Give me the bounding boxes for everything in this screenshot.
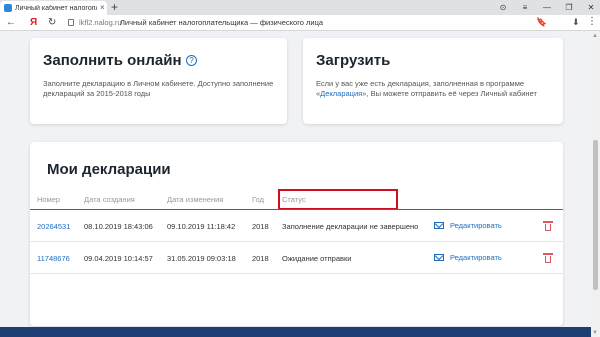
close-window-icon[interactable]: ✕ xyxy=(586,3,596,12)
fill-online-title: Заполнить онлайн xyxy=(43,52,182,69)
column-header-created: Дата создания xyxy=(84,195,135,204)
fill-online-description: Заполните декларацию в Личном кабинете. … xyxy=(43,79,274,98)
close-tab-icon[interactable]: × xyxy=(100,4,105,12)
address-bar: ← Я ↻ lkfl2.nalog.ru Личный кабинет нало… xyxy=(0,15,600,31)
restore-icon[interactable]: ❐ xyxy=(564,3,574,12)
declaration-status: Заполнение декларации не завершено xyxy=(282,222,419,231)
trash-icon[interactable] xyxy=(543,253,553,263)
help-icon[interactable]: ? xyxy=(186,55,197,66)
column-header-number: Номер xyxy=(37,195,61,204)
trash-icon[interactable] xyxy=(543,221,553,231)
page-scrollbar[interactable]: ▲ ▼ xyxy=(591,32,600,337)
declaration-program-link[interactable]: Декларация xyxy=(320,89,362,98)
column-header-year: Год xyxy=(252,195,264,204)
yandex-logo-icon[interactable]: Я xyxy=(30,17,37,29)
modified-date: 09.10.2019 11:18:42 xyxy=(167,222,236,231)
envelope-icon xyxy=(434,222,444,229)
declaration-number-link[interactable]: 11748676 xyxy=(37,254,70,263)
row-divider xyxy=(30,241,563,242)
status-column-highlight xyxy=(278,189,398,210)
table-header-divider xyxy=(30,209,563,210)
my-declarations-card: Мои декларации Номер Дата создания Дата … xyxy=(30,142,563,326)
footer-strip xyxy=(0,327,591,337)
site-favicon-icon xyxy=(4,4,12,12)
my-declarations-title: Мои декларации xyxy=(47,161,171,178)
download-icon[interactable]: ⬇ xyxy=(572,17,580,28)
declaration-year: 2018 xyxy=(252,222,269,231)
refresh-icon[interactable]: ↻ xyxy=(48,17,56,29)
url-host[interactable]: lkfl2.nalog.ru xyxy=(79,18,122,27)
envelope-icon xyxy=(434,254,444,261)
row-divider xyxy=(30,273,563,274)
url-page-title[interactable]: Личный кабинет налогоплательщика — физич… xyxy=(120,18,323,27)
browser-tab[interactable]: Личный кабинет налогоплательщика × xyxy=(0,1,107,15)
upload-card[interactable]: Загрузить Если у вас уже есть декларация… xyxy=(303,38,563,124)
bookmark-icon[interactable]: 🔖 xyxy=(536,17,547,28)
scroll-up-icon[interactable]: ▲ xyxy=(592,33,598,39)
back-arrow-icon[interactable]: ← xyxy=(6,17,16,29)
edit-button[interactable]: Редактировать xyxy=(434,221,502,230)
column-header-modified: Дата изменения xyxy=(167,195,224,204)
declaration-number-link[interactable]: 20264531 xyxy=(37,222,70,231)
created-date: 09.04.2019 10:14:57 xyxy=(84,254,153,263)
edit-button[interactable]: Редактировать xyxy=(434,253,502,262)
scroll-down-icon[interactable]: ▼ xyxy=(592,330,598,336)
protect-icon[interactable]: ⊙ xyxy=(498,3,508,12)
upload-title: Загрузить xyxy=(316,52,391,69)
window-controls: ⊙ ≡ — ❐ ✕ xyxy=(498,0,596,15)
kebab-menu-icon[interactable]: ⋮ xyxy=(587,16,597,27)
modified-date: 31.05.2019 09:03:18 xyxy=(167,254,236,263)
created-date: 08.10.2019 18:43:06 xyxy=(84,222,153,231)
new-tab-button[interactable]: + xyxy=(111,1,118,13)
fill-online-card[interactable]: Заполнить онлайн ? Заполните декларацию … xyxy=(30,38,287,124)
declaration-status: Ожидание отправки xyxy=(282,254,352,263)
browser-tabbar: Личный кабинет налогоплательщика × + ⊙ ≡… xyxy=(0,0,600,15)
upload-description: Если у вас уже есть декларация, заполнен… xyxy=(316,79,537,98)
page-viewport: Заполнить онлайн ? Заполните декларацию … xyxy=(0,32,591,337)
scrollbar-thumb[interactable] xyxy=(593,140,598,290)
declaration-year: 2018 xyxy=(252,254,269,263)
lock-icon[interactable] xyxy=(68,19,74,26)
browser-menu-icon[interactable]: ≡ xyxy=(520,3,530,12)
minimize-icon[interactable]: — xyxy=(542,3,552,12)
tab-title: Личный кабинет налогоплательщика xyxy=(15,4,97,12)
